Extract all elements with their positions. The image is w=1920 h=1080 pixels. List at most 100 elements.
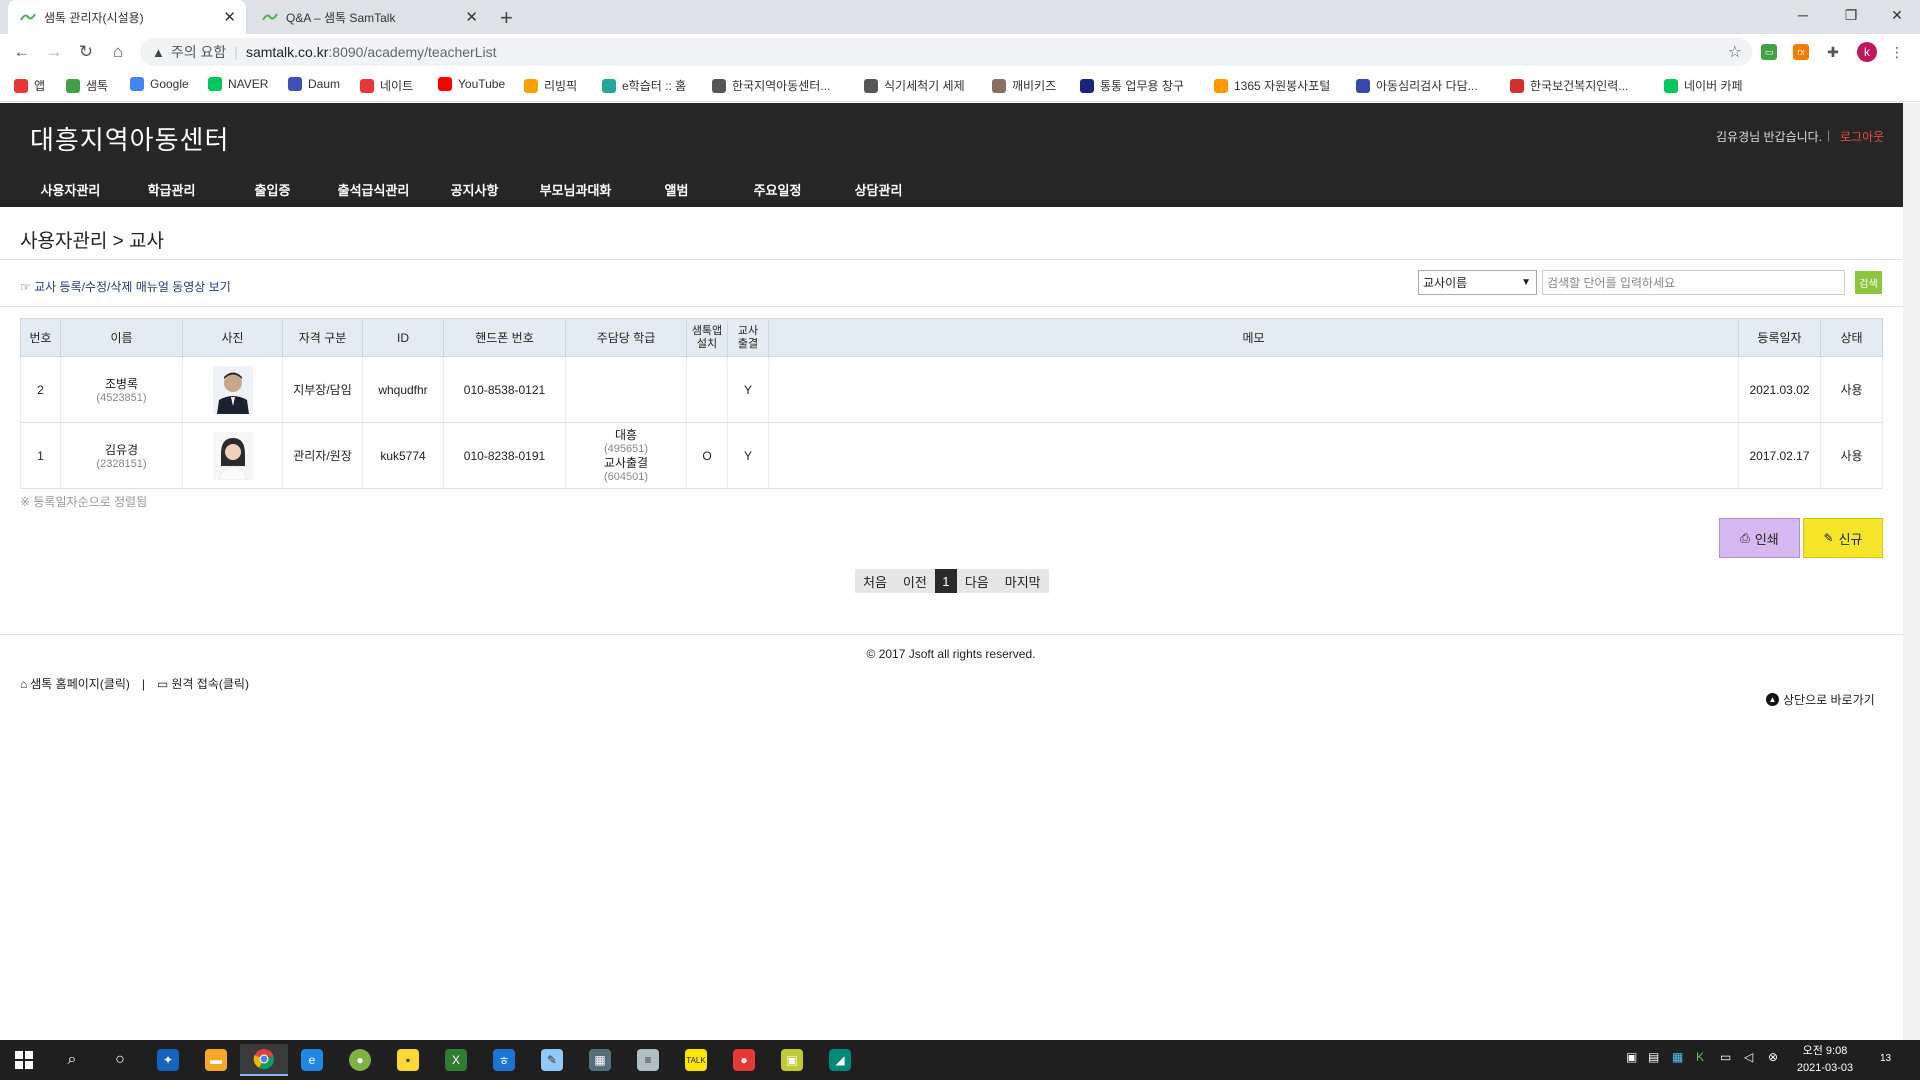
search-button[interactable]: 검색 <box>1855 271 1882 294</box>
calculator-icon[interactable]: ▦ <box>576 1044 624 1076</box>
security-warning-label[interactable]: 주의 요함 <box>171 42 226 62</box>
start-button[interactable] <box>0 1044 48 1076</box>
nav-notices[interactable]: 공지사항 <box>424 171 525 207</box>
search-field-select[interactable]: 교사이름 ▼ <box>1418 270 1537 295</box>
nav-access-pass[interactable]: 출입증 <box>222 171 323 207</box>
tray-icon[interactable]: ▣ <box>1626 1050 1637 1064</box>
photos-icon[interactable]: ▣ <box>768 1044 816 1076</box>
extension-rx-icon[interactable]: rx <box>1793 44 1809 60</box>
page-scrollbar[interactable] <box>1903 103 1920 1040</box>
cell-name[interactable]: 조병록 (4523851) <box>60 356 183 423</box>
back-to-top-link[interactable]: ▲ 상단으로 바로가기 <box>1766 691 1875 708</box>
task-view-icon[interactable]: ○ <box>96 1044 144 1076</box>
close-tab-icon[interactable]: ✕ <box>465 8 478 26</box>
tray-icon[interactable]: ▦ <box>1672 1050 1683 1064</box>
back-to-top-text[interactable]: 상단으로 바로가기 <box>1783 691 1875 708</box>
browser-menu-icon[interactable]: ⋮ <box>1889 44 1905 60</box>
bookmark-item[interactable]: 샘톡 <box>66 77 108 94</box>
bookmark-item[interactable]: NAVER <box>208 77 268 91</box>
nav-parent-chat[interactable]: 부모님과대화 <box>525 171 626 207</box>
bookmark-item[interactable]: 한국지역아동센터... <box>712 77 830 94</box>
nav-class-management[interactable]: 학급관리 <box>121 171 222 207</box>
kakaotalk-icon[interactable]: TALK <box>672 1044 720 1076</box>
nav-schedule[interactable]: 주요일정 <box>727 171 828 207</box>
nav-counseling[interactable]: 상담관리 <box>828 171 929 207</box>
home-icon[interactable]: ⌂ <box>106 40 130 64</box>
chrome-icon[interactable] <box>240 1044 288 1076</box>
close-tab-icon[interactable]: ✕ <box>223 8 236 26</box>
page-prev[interactable]: 이전 <box>895 569 935 593</box>
notepad-icon[interactable]: ≡ <box>624 1044 672 1076</box>
restore-button[interactable]: ❐ <box>1828 0 1874 30</box>
bookmark-item[interactable]: YouTube <box>438 77 505 91</box>
app-icon[interactable]: ● <box>720 1044 768 1076</box>
hwp-icon[interactable]: ㅎ <box>480 1044 528 1076</box>
app-icon[interactable]: ◢ <box>816 1044 864 1076</box>
bookmark-star-icon[interactable]: ☆ <box>1728 42 1742 62</box>
bookmark-item[interactable]: 1365 자원봉사포털 <box>1214 77 1330 94</box>
bookmark-item[interactable]: 통통 업무용 창구 <box>1080 77 1184 94</box>
back-arrow-icon[interactable]: ← <box>10 40 34 64</box>
remote-access-link[interactable]: ▭ 원격 접속(클릭) <box>157 675 249 692</box>
nav-attendance-meals[interactable]: 출석급식관리 <box>323 171 424 207</box>
extension-icon[interactable]: ▭ <box>1761 44 1777 60</box>
taskbar-clock[interactable]: 오전 9:08 2021-03-03 <box>1790 1043 1860 1077</box>
close-window-button[interactable]: ✕ <box>1874 0 1920 30</box>
reload-icon[interactable]: ↻ <box>74 40 98 64</box>
homepage-link-text[interactable]: 샘톡 홈페이지(클릭) <box>30 675 130 692</box>
forward-arrow-icon[interactable]: → <box>42 40 66 64</box>
nav-album[interactable]: 앨범 <box>626 171 727 207</box>
sticky-notes-icon[interactable]: ▪ <box>384 1044 432 1076</box>
address-bar[interactable]: ▲ 주의 요함 | samtalk.co.kr :8090/academy/te… <box>140 38 1752 66</box>
app-icon[interactable]: ● <box>336 1044 384 1076</box>
warning-icon[interactable]: ▲ <box>152 45 165 60</box>
table-row[interactable]: 1 김유경 (2328151) 관리자/원장 kuk5774 010-8238-… <box>20 422 1883 489</box>
notification-center-icon[interactable]: 13 <box>1880 1050 1891 1064</box>
excel-icon[interactable]: X <box>432 1044 480 1076</box>
page-next[interactable]: 다음 <box>957 569 997 593</box>
teacher-photo[interactable] <box>212 365 253 414</box>
page-first[interactable]: 처음 <box>855 569 895 593</box>
page-current[interactable]: 1 <box>934 569 957 593</box>
extensions-puzzle-icon[interactable]: ✚ <box>1825 44 1841 60</box>
edge-icon[interactable]: e <box>288 1044 336 1076</box>
tray-icon[interactable]: ▤ <box>1648 1050 1659 1064</box>
table-row[interactable]: 2 조병록 (4523851) 지부장/담임 whqudfhr 010-8538… <box>20 356 1883 423</box>
bookmark-item[interactable]: Google <box>130 77 189 91</box>
profile-avatar[interactable]: k <box>1857 42 1877 62</box>
tray-icon[interactable]: K <box>1696 1050 1704 1064</box>
bookmark-item[interactable]: 한국보건복지인력... <box>1510 77 1628 94</box>
logout-link[interactable]: 로그아웃 <box>1840 128 1884 145</box>
volume-icon[interactable]: ◁ <box>1744 1050 1753 1064</box>
new-tab-button[interactable]: + <box>500 5 513 31</box>
bookmark-item[interactable]: 아동심리검사 다담... <box>1356 77 1478 94</box>
teacher-name[interactable]: 김유경 <box>105 443 138 457</box>
site-title[interactable]: 대흥지역아동센터 <box>30 120 229 157</box>
minimize-button[interactable]: ─ <box>1780 0 1826 30</box>
search-input[interactable]: 검색할 단어를 입력하세요 <box>1542 270 1845 295</box>
bookmark-item[interactable]: 리빙픽 <box>524 77 577 94</box>
bookmark-item[interactable]: Daum <box>288 77 340 91</box>
teacher-photo[interactable] <box>212 431 253 480</box>
bookmark-item[interactable]: 깨비키즈 <box>992 77 1056 94</box>
homepage-link[interactable]: ⌂ 샘톡 홈페이지(클릭) <box>20 675 130 692</box>
manual-video-link[interactable]: ☞ 교사 등록/수정/삭제 매뉴얼 동영상 보기 <box>20 278 231 295</box>
app-icon[interactable]: ✦ <box>144 1044 192 1076</box>
bookmark-item[interactable]: e학습터 :: 홈 <box>602 77 686 94</box>
tab-samtalk-qna[interactable]: Q&A – 샘톡 SamTalk ✕ <box>250 0 488 34</box>
paint-icon[interactable]: ✎ <box>528 1044 576 1076</box>
bookmark-item[interactable]: 네이버 카페 <box>1664 77 1743 94</box>
nav-user-management[interactable]: 사용자관리 <box>20 171 121 207</box>
file-explorer-icon[interactable]: ▬ <box>192 1044 240 1076</box>
tab-samtalk-admin[interactable]: 샘톡 관리자(시설용) ✕ <box>8 0 246 34</box>
page-last[interactable]: 마지막 <box>997 569 1049 593</box>
bookmark-item[interactable]: 식기세척기 세제 <box>864 77 965 94</box>
cell-name[interactable]: 김유경 (2328151) <box>60 422 183 489</box>
bookmark-item[interactable]: 앱 <box>14 77 45 94</box>
tray-icon[interactable]: ⊗ <box>1768 1050 1778 1064</box>
remote-link-text[interactable]: 원격 접속(클릭) <box>171 675 249 692</box>
network-icon[interactable]: ▭ <box>1720 1050 1731 1064</box>
print-button[interactable]: ⎙ 인쇄 <box>1719 518 1800 558</box>
manual-video-link-text[interactable]: 교사 등록/수정/삭제 매뉴얼 동영상 보기 <box>34 280 231 294</box>
search-icon[interactable]: ⌕ <box>48 1044 96 1076</box>
